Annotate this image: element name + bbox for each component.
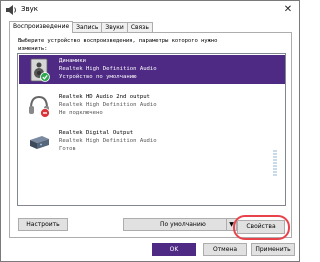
- title-bar: Звук ✕: [1, 1, 299, 19]
- device-status: Готов: [59, 146, 76, 152]
- apply-button[interactable]: Применить: [251, 243, 295, 256]
- properties-button[interactable]: Свойства: [237, 220, 285, 234]
- device-name: Realtek HD Audio 2nd output: [59, 94, 150, 100]
- device-item-hd-2nd-output[interactable]: Realtek HD Audio 2nd output Realtek High…: [19, 91, 285, 120]
- device-status: Устройство по умолчанию: [59, 74, 137, 80]
- device-item-digital-output[interactable]: Realtek Digital Output Realtek High Defi…: [19, 127, 285, 156]
- headphones-icon: [29, 95, 50, 118]
- device-name: Динамики: [59, 58, 86, 64]
- device-name: Realtek Digital Output: [59, 130, 134, 136]
- device-info: Realtek Digital Output Realtek High Defi…: [59, 129, 157, 153]
- cancel-button[interactable]: Отмена: [203, 243, 247, 256]
- device-info: Динамики Realtek High Definition Audio У…: [59, 57, 157, 81]
- device-status: Не подключено: [59, 110, 103, 116]
- tab-playback[interactable]: Воспроизведение: [9, 21, 74, 33]
- device-driver: Realtek High Definition Audio: [59, 66, 157, 72]
- device-list[interactable]: Динамики Realtek High Definition Audio У…: [17, 53, 286, 206]
- close-icon[interactable]: ✕: [282, 4, 294, 16]
- playback-panel: Выберите устройство воспроизведения, пар…: [9, 32, 292, 240]
- configure-button[interactable]: Настроить: [18, 218, 68, 231]
- scrollbar[interactable]: [273, 150, 277, 176]
- sound-dialog: Звук ✕ Воспроизведение Запись Звуки Связ…: [0, 0, 300, 262]
- device-driver: Realtek High Definition Audio: [59, 102, 157, 108]
- instruction-line-1: Выберите устройство воспроизведения, пар…: [18, 38, 218, 44]
- set-default-label: По умолчанию: [160, 221, 206, 228]
- device-driver: Realtek High Definition Audio: [59, 138, 157, 144]
- device-info: Realtek HD Audio 2nd output Realtek High…: [59, 93, 157, 117]
- instruction-text: Выберите устройство воспроизведения, пар…: [18, 37, 288, 53]
- device-item-speakers[interactable]: Динамики Realtek High Definition Audio У…: [19, 55, 285, 84]
- window-title: Звук: [21, 5, 38, 13]
- speaker-icon: [30, 58, 50, 82]
- default-check-icon: [40, 72, 50, 82]
- digital-output-icon: [30, 136, 49, 149]
- ok-button[interactable]: OK: [152, 243, 196, 256]
- set-default-dropdown[interactable]: По умолчанию ▼: [123, 218, 237, 231]
- instruction-line-2: изменить:: [18, 46, 48, 52]
- speaker-icon: [6, 5, 16, 15]
